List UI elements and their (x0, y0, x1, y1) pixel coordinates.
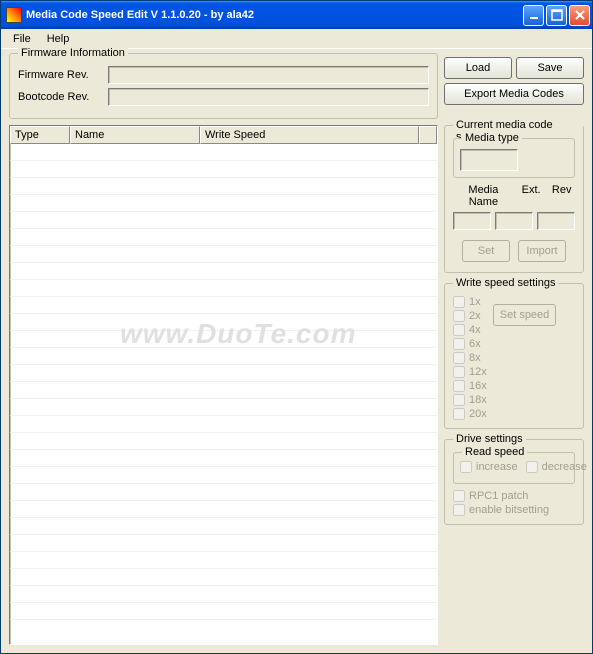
speed-16x-checkbox: 16x (453, 380, 487, 392)
write-speed-legend: Write speed settings (453, 277, 558, 289)
rev-label: Rev (548, 184, 575, 208)
drive-settings-group: Drive settings Read speed increase decre… (444, 439, 584, 525)
table-row[interactable] (10, 178, 437, 195)
close-button[interactable] (569, 5, 590, 26)
client-area: Firmware Information Firmware Rev. Bootc… (1, 49, 592, 653)
table-row[interactable] (10, 501, 437, 518)
table-row[interactable] (10, 569, 437, 586)
table-row[interactable] (10, 263, 437, 280)
ext-field (495, 212, 533, 230)
media-table[interactable]: Type Name Write Speed (9, 125, 438, 645)
table-row[interactable] (10, 161, 437, 178)
menu-help[interactable]: Help (39, 31, 78, 47)
import-button: Import (518, 240, 566, 262)
current-setting-group: Current media code setting Media type Me… (444, 125, 584, 273)
media-name-label: Media Name (453, 184, 514, 208)
bootcode-rev-field (108, 88, 429, 106)
table-row[interactable] (10, 331, 437, 348)
drive-legend: Drive settings (453, 433, 526, 445)
bootcode-rev-label: Bootcode Rev. (18, 91, 108, 103)
table-row[interactable] (10, 467, 437, 484)
table-row[interactable] (10, 246, 437, 263)
speed-2x-checkbox: 2x (453, 310, 487, 322)
titlebar[interactable]: Media Code Speed Edit V 1.1.0.20 - by al… (1, 1, 592, 29)
table-header: Type Name Write Speed (10, 126, 437, 144)
table-row[interactable] (10, 399, 437, 416)
speed-1x-checkbox: 1x (453, 296, 487, 308)
read-speed-group: Read speed increase decrease (453, 452, 575, 484)
table-row[interactable] (10, 586, 437, 603)
speed-20x-checkbox: 20x (453, 408, 487, 420)
bitset-checkbox: enable bitsetting (453, 504, 575, 516)
table-row[interactable] (10, 518, 437, 535)
table-row[interactable] (10, 365, 437, 382)
decrease-checkbox: decrease (526, 461, 587, 473)
table-row[interactable] (10, 416, 437, 433)
main-window: Media Code Speed Edit V 1.1.0.20 - by al… (0, 0, 593, 654)
speed-6x-checkbox: 6x (453, 338, 487, 350)
table-row[interactable] (10, 229, 437, 246)
app-icon (6, 7, 22, 23)
col-type[interactable]: Type (10, 126, 70, 144)
table-row[interactable] (10, 144, 437, 161)
table-row[interactable] (10, 484, 437, 501)
speed-8x-checkbox: 8x (453, 352, 487, 364)
table-row[interactable] (10, 535, 437, 552)
firmware-legend: Firmware Information (18, 47, 128, 59)
table-row[interactable] (10, 552, 437, 569)
col-speed[interactable]: Write Speed (200, 126, 419, 144)
rpc1-checkbox: RPC1 patch (453, 490, 575, 502)
table-row[interactable] (10, 195, 437, 212)
speed-18x-checkbox: 18x (453, 394, 487, 406)
media-type-legend: Media type (462, 132, 522, 144)
increase-checkbox: increase (460, 461, 518, 473)
col-name[interactable]: Name (70, 126, 200, 144)
set-speed-button: Set speed (493, 304, 557, 326)
table-row[interactable] (10, 280, 437, 297)
table-row[interactable] (10, 450, 437, 467)
load-button[interactable]: Load (444, 57, 512, 79)
top-right-buttons: Load Save Export Media Codes (444, 53, 584, 119)
window-title: Media Code Speed Edit V 1.1.0.20 - by al… (26, 9, 521, 21)
write-speed-group: Write speed settings 1x2x4x6x8x12x16x18x… (444, 283, 584, 429)
table-row[interactable] (10, 603, 437, 620)
menubar: File Help (1, 29, 592, 49)
col-pad (419, 126, 437, 144)
table-row[interactable] (10, 314, 437, 331)
firmware-rev-label: Firmware Rev. (18, 69, 108, 81)
read-speed-legend: Read speed (462, 446, 527, 458)
rev-field (537, 212, 575, 230)
maximize-button[interactable] (546, 5, 567, 26)
speed-4x-checkbox: 4x (453, 324, 487, 336)
table-row[interactable] (10, 433, 437, 450)
media-type-group: Media type (453, 138, 575, 178)
save-button[interactable]: Save (516, 57, 584, 79)
table-row[interactable] (10, 297, 437, 314)
table-row[interactable] (10, 382, 437, 399)
firmware-info-group: Firmware Information Firmware Rev. Bootc… (9, 53, 438, 119)
minimize-button[interactable] (523, 5, 544, 26)
set-button: Set (462, 240, 510, 262)
menu-file[interactable]: File (5, 31, 39, 47)
table-row[interactable] (10, 212, 437, 229)
firmware-rev-field (108, 66, 429, 84)
table-row[interactable] (10, 348, 437, 365)
media-name-field (453, 212, 491, 230)
export-button[interactable]: Export Media Codes (444, 83, 584, 105)
table-body (10, 144, 437, 644)
media-type-field (460, 149, 518, 171)
speed-12x-checkbox: 12x (453, 366, 487, 378)
side-column: Current media code setting Media type Me… (444, 125, 584, 645)
ext-label: Ext. (518, 184, 545, 208)
